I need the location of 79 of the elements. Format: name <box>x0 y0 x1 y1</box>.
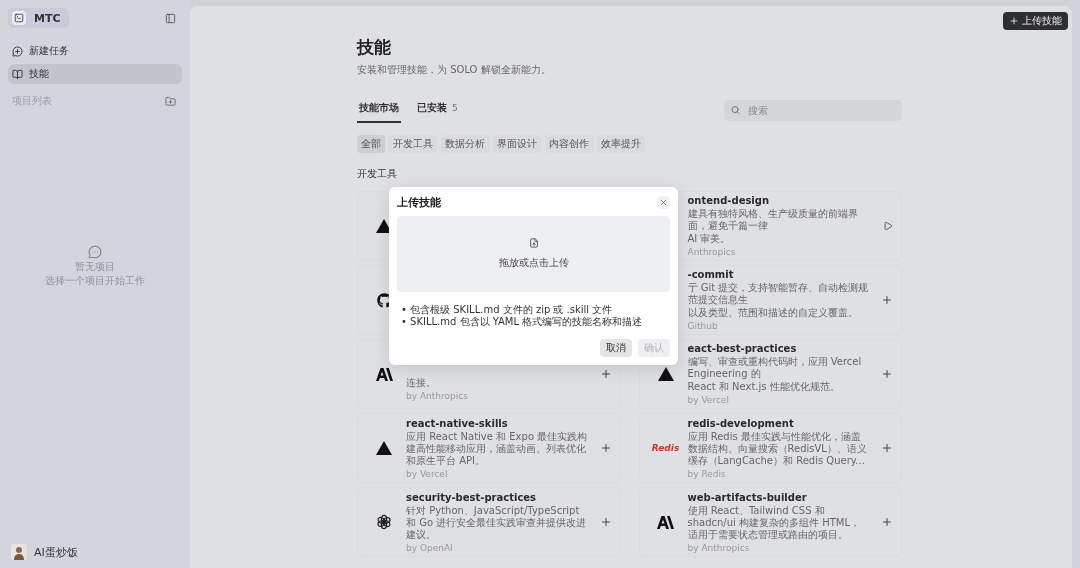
page-title: 技能 <box>357 36 392 59</box>
skill-author: by Vercel <box>687 394 730 406</box>
skill-description: 使用 React、Tailwind CSS 和 shadcn/ui 构建复杂的多组件 HTML，适用于需要状态管理或路由的项目。 <box>687 504 862 541</box>
tab-count: 5 <box>452 103 458 113</box>
slash-logo-icon <box>375 367 393 381</box>
knot-logo-icon <box>376 514 392 530</box>
triangle-logo-icon <box>376 219 392 233</box>
redis-logo: Redis <box>651 443 680 453</box>
filter-chip[interactable]: 内容创作 <box>545 135 593 153</box>
plus-icon <box>1009 16 1019 26</box>
plus-icon <box>599 368 612 380</box>
triangle-logo-icon <box>376 441 392 455</box>
dialog-button[interactable]: 取消 <box>600 339 632 357</box>
filter-chip[interactable]: 数据分析 <box>441 135 489 153</box>
search-icon <box>731 105 741 115</box>
skill-name: eact-best-practices <box>687 342 798 355</box>
close-icon <box>659 198 668 207</box>
section-title: 开发工具 <box>357 167 398 181</box>
skill-author: Anthropics <box>687 246 737 258</box>
skill-description: AI 审美。 <box>687 233 732 245</box>
tab[interactable]: 技能市场 <box>357 97 401 123</box>
play-icon <box>883 221 893 231</box>
skill-author: by OpenAI <box>406 541 454 554</box>
filter-chip[interactable]: 效率提升 <box>597 135 645 153</box>
play-button[interactable] <box>881 219 895 233</box>
dialog-title: 上传技能 <box>397 195 441 210</box>
skill-name: redis-development <box>687 416 795 430</box>
skill-description: 以及类型、范围和描述的自定义覆盖。 <box>687 307 859 319</box>
chat-plus-icon <box>12 45 23 57</box>
triangle-logo-icon <box>657 367 674 381</box>
skill-description: 建具有独特风格、生产级质量的前端界面，避免千篇一律 <box>687 208 859 232</box>
search-field[interactable]: 搜索 <box>724 99 902 121</box>
filter-chip[interactable]: 界面设计 <box>493 135 541 153</box>
plus-icon <box>881 294 893 306</box>
search-input[interactable]: 搜索 <box>746 103 895 117</box>
skill-name: ontend-design <box>687 194 771 207</box>
plus-icon <box>881 442 893 454</box>
book-icon <box>12 68 23 80</box>
skill-author: by Anthropics <box>406 390 469 402</box>
skill-author: Github <box>687 320 719 332</box>
upload-skill-button[interactable]: 上传技能 <box>1003 12 1068 30</box>
slash-logo-icon <box>657 515 674 529</box>
workspace-badge[interactable]: MTC <box>8 8 69 28</box>
plus-icon <box>881 368 893 380</box>
plus-icon <box>881 516 893 528</box>
nav-item[interactable]: 新建任务 <box>8 41 182 61</box>
page-subtitle: 安装和管理技能，为 SOLO 解锁全新能力。 <box>357 63 552 77</box>
skill-author: by Vercel <box>406 467 449 480</box>
skill-description: 针对 Python、JavaScript/TypeScript 和 Go 进行安全最佳实践审查并提供改进建议。 <box>406 504 588 541</box>
user-name: AI蛋炒饭 <box>34 544 78 560</box>
plus-icon <box>599 516 612 528</box>
nav-item[interactable]: 技能 <box>8 64 182 84</box>
skill-name: react-native-skills <box>406 416 509 430</box>
skill-name: security-best-practices <box>406 490 538 504</box>
chat-bubble-icon <box>88 245 102 259</box>
filter-chip[interactable]: 开发工具 <box>389 135 437 153</box>
skill-author: by Redis <box>687 467 727 480</box>
requirement-text: • 包含根级 SKILL.md 文件的 zip 或 .skill 文件 <box>401 304 614 316</box>
plus-icon <box>599 442 612 454</box>
terminal-icon <box>14 13 24 23</box>
new-folder-icon[interactable] <box>165 95 176 107</box>
file-upload-icon <box>528 238 539 248</box>
skill-description: 编写、审查或重构代码时，应用 Vercel Engineering 的 <box>687 356 863 380</box>
skill-description: 应用 Redis 最佳实践与性能优化，涵盖数据结构、向量搜索（RedisVL）、语义缓存（LangCache）和 Redis Query... <box>687 430 868 467</box>
sidebar-toggle-icon[interactable] <box>165 12 176 24</box>
skill-description: 连接。 <box>406 377 437 389</box>
skill-author: by Anthropics <box>687 541 751 554</box>
drop-zone[interactable]: 拖放或点击上传 <box>397 216 670 292</box>
skill-description: 应用 React Native 和 Expo 最佳实践构建高性能移动应用，涵盖动画、列表优化和原生平台 API。 <box>406 430 588 467</box>
requirement-text: • SKILL.md 包含以 YAML 格式编写的技能名称和描述 <box>401 316 644 328</box>
avatar-icon <box>11 544 27 560</box>
filter-chip[interactable]: 全部 <box>357 135 385 153</box>
skill-description: React 和 Next.js 性能优化规范。 <box>687 381 841 393</box>
tab[interactable]: 已安装 5 <box>415 97 460 123</box>
skill-name: web-artifacts-builder <box>687 490 808 504</box>
drop-text: 拖放或点击上传 <box>498 256 569 270</box>
close-button[interactable] <box>657 196 670 209</box>
skill-name: -commit <box>687 268 735 281</box>
skill-description: 亍 Git 提交，支持智能暂存、自动检测规范提交信息生 <box>687 282 869 306</box>
